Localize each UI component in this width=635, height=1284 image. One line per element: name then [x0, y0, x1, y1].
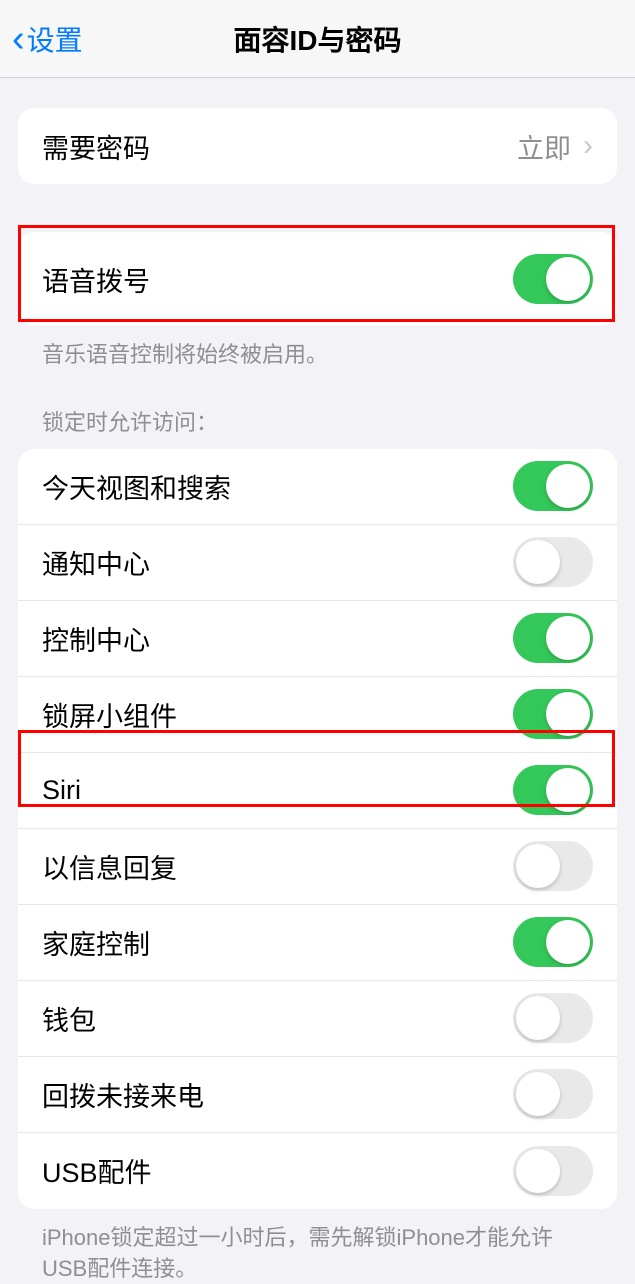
allow-access-label: 锁屏小组件	[42, 695, 177, 734]
voice-dial-toggle[interactable]	[513, 254, 593, 304]
allow-access-label: 钱包	[42, 999, 96, 1038]
allow-access-toggle[interactable]	[513, 993, 593, 1043]
allow-access-toggle[interactable]	[513, 461, 593, 511]
allow-access-row: 锁屏小组件	[18, 677, 617, 753]
allow-access-row: USB配件	[18, 1133, 617, 1209]
require-passcode-label: 需要密码	[42, 127, 150, 166]
allow-access-toggle[interactable]	[513, 1069, 593, 1119]
allow-access-label: 家庭控制	[42, 923, 150, 962]
chevron-right-icon: ›	[583, 129, 593, 163]
allow-access-label: 今天视图和搜索	[42, 467, 231, 506]
allow-access-toggle[interactable]	[513, 613, 593, 663]
usb-footer: iPhone锁定超过一小时后，需先解锁iPhone才能允许USB配件连接。	[18, 1209, 617, 1284]
voice-dial-label: 语音拨号	[42, 260, 150, 299]
allow-access-row: 回拨未接来电	[18, 1057, 617, 1133]
allow-access-row: Siri	[18, 753, 617, 829]
allow-access-label: USB配件	[42, 1151, 152, 1190]
back-label: 设置	[27, 19, 83, 59]
allow-access-toggle[interactable]	[513, 537, 593, 587]
page-title: 面容ID与密码	[0, 19, 635, 59]
allow-access-toggle[interactable]	[513, 1146, 593, 1196]
require-passcode-value: 立即	[517, 127, 571, 166]
allow-access-row: 家庭控制	[18, 905, 617, 981]
allow-access-row: 钱包	[18, 981, 617, 1057]
back-button[interactable]: ‹ 设置	[0, 19, 83, 59]
allow-access-label: Siri	[42, 775, 81, 806]
navigation-header: ‹ 设置 面容ID与密码	[0, 0, 635, 78]
voice-dial-footer: 音乐语音控制将始终被启用。	[18, 326, 617, 371]
allow-access-row: 今天视图和搜索	[18, 449, 617, 525]
allow-access-toggle[interactable]	[513, 689, 593, 739]
allow-access-toggle[interactable]	[513, 917, 593, 967]
allow-access-label: 控制中心	[42, 619, 150, 658]
voice-dial-group: 语音拨号	[18, 232, 617, 326]
allow-access-label: 以信息回复	[42, 847, 177, 886]
allow-access-label: 通知中心	[42, 543, 150, 582]
allow-access-row: 以信息回复	[18, 829, 617, 905]
voice-dial-row: 语音拨号	[18, 232, 617, 326]
allow-access-toggle[interactable]	[513, 765, 593, 815]
allow-access-toggle[interactable]	[513, 841, 593, 891]
allow-access-label: 回拨未接来电	[42, 1075, 204, 1114]
allow-access-row: 通知中心	[18, 525, 617, 601]
allow-access-group: 今天视图和搜索通知中心控制中心锁屏小组件 Siri 以信息回复家庭控制钱包回拨未接来…	[18, 449, 617, 1209]
require-passcode-row[interactable]: 需要密码 立即 ›	[18, 108, 617, 184]
allow-access-row: 控制中心	[18, 601, 617, 677]
chevron-left-icon: ‹	[12, 20, 25, 58]
allow-access-header: 锁定时允许访问：	[18, 371, 617, 449]
passcode-group: 需要密码 立即 ›	[18, 108, 617, 184]
